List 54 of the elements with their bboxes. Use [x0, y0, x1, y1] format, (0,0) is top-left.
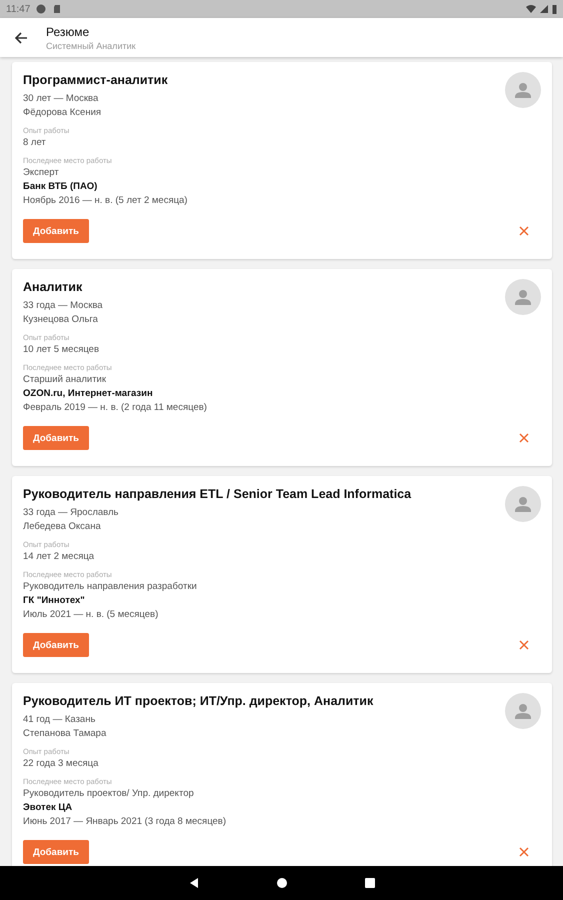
company-name: OZON.ru, Интернет-магазин [23, 387, 154, 401]
battery-icon [552, 4, 557, 14]
add-button[interactable]: Добавить [23, 840, 90, 864]
experience-value: 8 лет [23, 136, 47, 150]
home-circle-icon[interactable] [276, 877, 288, 889]
resume-card[interactable] [12, 683, 552, 866]
candidate-name: Кузнецова Ольга [23, 313, 99, 327]
resume-title: Руководитель направления ETL / Senior Team Lead Informatica [23, 487, 412, 501]
company-name: ГК "Иннотех" [23, 594, 86, 608]
close-icon[interactable] [519, 847, 529, 857]
candidate-name: Лебедева Оксана [23, 520, 102, 534]
job-position: Руководитель проектов/ Упр. директор [23, 787, 195, 801]
job-position: Эксперт [23, 166, 60, 180]
candidate-name: Фёдорова Ксения [23, 106, 102, 120]
company-name: Банк ВТБ (ПАО) [23, 180, 98, 194]
job-position: Руководитель направления разработки [23, 580, 198, 594]
age-city: 30 лет — Москва [23, 92, 100, 106]
avatar-silhouette-icon [505, 279, 541, 315]
back-button[interactable] [14, 30, 28, 44]
job-period: Февраль 2019 — н. в. (2 года 11 месяцев) [23, 401, 208, 415]
experience-value: 10 лет 5 месяцев [23, 343, 100, 357]
add-button[interactable]: Добавить [23, 219, 90, 243]
wifi-icon [526, 4, 536, 14]
age-city: 33 года — Ярославль [23, 506, 120, 520]
experience-value: 14 лет 2 месяца [23, 550, 96, 564]
screen-title: Резюме [46, 24, 90, 38]
signal-icon [539, 4, 549, 14]
company-name: Эвотек ЦА [23, 801, 74, 815]
job-period: Ноябрь 2016 — н. в. (5 лет 2 месяца) [23, 194, 188, 208]
add-button[interactable]: Добавить [23, 426, 90, 450]
status-time: 11:47 [6, 4, 30, 14]
recents-square-icon[interactable] [364, 877, 376, 889]
close-icon[interactable] [519, 640, 529, 650]
back-triangle-icon[interactable] [188, 877, 200, 889]
resume-card[interactable] [12, 476, 552, 673]
age-city: 41 год — Казань [23, 713, 96, 727]
job-position: Старший аналитик [23, 373, 108, 387]
job-period: Июль 2021 — н. в. (5 месяцев) [23, 608, 160, 622]
sd-card-icon [52, 4, 62, 14]
candidate-name: Степанова Тамара [23, 727, 108, 741]
add-button[interactable]: Добавить [23, 633, 90, 657]
screen-subtitle: Системный Аналитик [46, 40, 136, 50]
avatar-silhouette-icon [505, 486, 541, 522]
resume-title: Руководитель ИТ проектов; ИТ/Упр. директор, Аналитик [23, 694, 374, 708]
experience-value: 22 года 3 месяца [23, 757, 100, 771]
resume-title: Программист-аналитик [23, 73, 169, 87]
app-notification-icon [36, 4, 46, 14]
resume-title: Аналитик [23, 280, 84, 294]
age-city: 33 года — Москва [23, 299, 104, 313]
avatar-silhouette-icon [505, 72, 541, 108]
close-icon[interactable] [519, 226, 529, 236]
avatar-silhouette-icon [505, 693, 541, 729]
close-icon[interactable] [519, 433, 529, 443]
job-period: Июнь 2017 — Январь 2021 (3 года 8 месяцев) [23, 815, 228, 829]
